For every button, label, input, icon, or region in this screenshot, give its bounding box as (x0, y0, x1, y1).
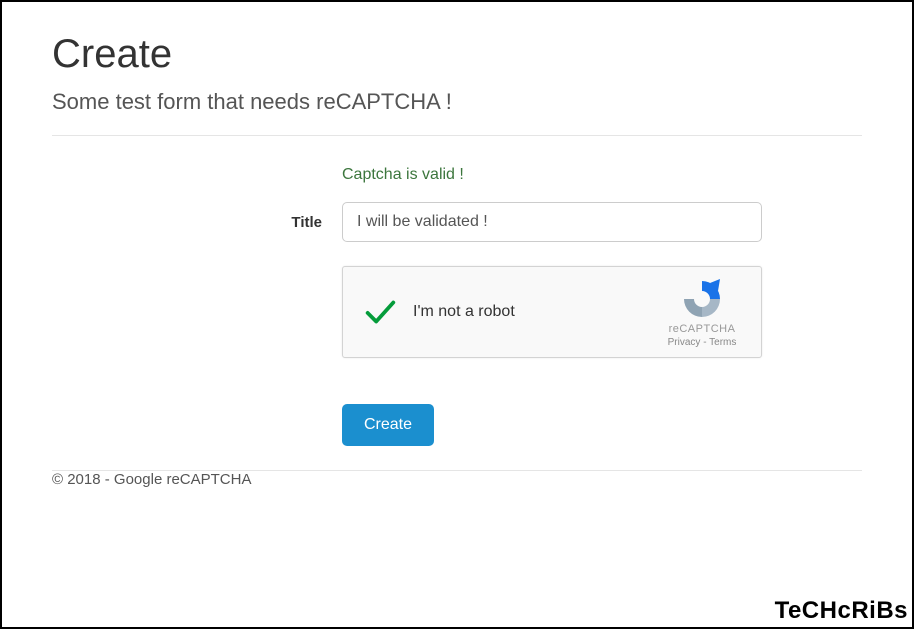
footer-text: © 2018 - Google reCAPTCHA (52, 471, 862, 488)
create-form: Captcha is valid ! Title I'm not a robot (52, 166, 862, 446)
recaptcha-branding: reCAPTCHA Privacy - Terms (657, 277, 747, 348)
recaptcha-widget[interactable]: I'm not a robot reCAPTCHA (342, 266, 762, 358)
recaptcha-links: Privacy - Terms (657, 337, 747, 348)
checkmark-icon (361, 293, 399, 331)
title-row: Title (52, 202, 862, 242)
recaptcha-privacy-link[interactable]: Privacy (668, 337, 701, 348)
recaptcha-row: I'm not a robot reCAPTCHA (52, 266, 862, 380)
page-title: Create (52, 32, 862, 77)
page-subtitle: Some test form that needs reCAPTCHA ! (52, 89, 862, 115)
recaptcha-brand-text: reCAPTCHA (657, 323, 747, 335)
create-button[interactable]: Create (342, 404, 434, 446)
watermark: TeCHcRiBs (775, 597, 908, 625)
title-label: Title (52, 214, 342, 231)
submit-row: Create (52, 404, 862, 446)
recaptcha-label: I'm not a robot (413, 303, 657, 321)
divider-top (52, 135, 862, 136)
status-row: Captcha is valid ! (52, 166, 862, 184)
status-text: Captcha is valid ! (342, 166, 464, 183)
title-input[interactable] (342, 202, 762, 242)
recaptcha-terms-link[interactable]: Terms (709, 337, 736, 348)
recaptcha-logo-icon (680, 277, 724, 321)
